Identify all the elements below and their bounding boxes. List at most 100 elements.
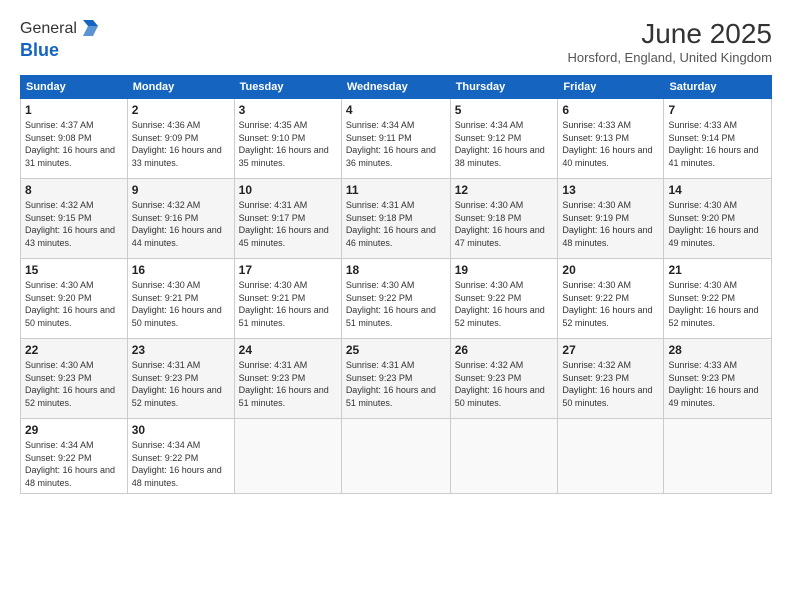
- calendar-cell: 27Sunrise: 4:32 AMSunset: 9:23 PMDayligh…: [558, 339, 664, 419]
- day-info: Sunrise: 4:31 AMSunset: 9:23 PMDaylight:…: [132, 359, 230, 409]
- col-monday: Monday: [127, 76, 234, 99]
- day-info: Sunrise: 4:30 AMSunset: 9:22 PMDaylight:…: [562, 279, 659, 329]
- calendar-cell: 10 Sunrise: 4:31 AMSunset: 9:17 PMDayligh…: [234, 179, 341, 259]
- day-info: Sunrise: 4:37 AMSunset: 9:08 PMDaylight:…: [25, 119, 123, 169]
- day-info: Sunrise: 4:30 AMSunset: 9:22 PMDaylight:…: [668, 279, 767, 329]
- calendar: Sunday Monday Tuesday Wednesday Thursday…: [20, 75, 772, 494]
- day-number: 2: [132, 103, 230, 117]
- calendar-cell: 23 Sunrise: 4:31 AMSunset: 9:23 PMDayligh…: [127, 339, 234, 419]
- day-number: 16: [132, 263, 230, 277]
- day-number: 8: [25, 183, 123, 197]
- col-sunday: Sunday: [21, 76, 128, 99]
- day-info: Sunrise: 4:32 AMSunset: 9:23 PMDaylight:…: [562, 359, 659, 409]
- calendar-cell: 4 Sunrise: 4:34 AMSunset: 9:11 PMDaylight…: [341, 99, 450, 179]
- col-thursday: Thursday: [450, 76, 558, 99]
- day-info: Sunrise: 4:30 AMSunset: 9:22 PMDaylight:…: [455, 279, 554, 329]
- col-wednesday: Wednesday: [341, 76, 450, 99]
- page: General Blue June 2025 Horsford, England…: [0, 0, 792, 612]
- header: General Blue June 2025 Horsford, England…: [20, 18, 772, 65]
- day-info: Sunrise: 4:35 AMSunset: 9:10 PMDaylight:…: [239, 119, 337, 169]
- day-number: 28: [668, 343, 767, 357]
- calendar-cell: [234, 419, 341, 494]
- calendar-cell: 3 Sunrise: 4:35 AMSunset: 9:10 PMDaylight…: [234, 99, 341, 179]
- logo-general: General: [20, 20, 77, 38]
- day-info: Sunrise: 4:30 AMSunset: 9:20 PMDaylight:…: [25, 279, 123, 329]
- calendar-cell: 18Sunrise: 4:30 AMSunset: 9:22 PMDayligh…: [341, 259, 450, 339]
- day-number: 30: [132, 423, 230, 437]
- calendar-cell: 6Sunrise: 4:33 AMSunset: 9:13 PMDaylight…: [558, 99, 664, 179]
- calendar-cell: 2 Sunrise: 4:36 AMSunset: 9:09 PMDaylight…: [127, 99, 234, 179]
- day-number: 29: [25, 423, 123, 437]
- calendar-cell: 12Sunrise: 4:30 AMSunset: 9:18 PMDayligh…: [450, 179, 558, 259]
- day-info: Sunrise: 4:36 AMSunset: 9:09 PMDaylight:…: [132, 119, 230, 169]
- calendar-week-3: 15 Sunrise: 4:30 AMSunset: 9:20 PMDayligh…: [21, 259, 772, 339]
- day-number: 22: [25, 343, 123, 357]
- day-number: 23: [132, 343, 230, 357]
- calendar-week-5: 29 Sunrise: 4:34 AMSunset: 9:22 PMDayligh…: [21, 419, 772, 494]
- calendar-cell: 11 Sunrise: 4:31 AMSunset: 9:18 PMDayligh…: [341, 179, 450, 259]
- day-number: 21: [668, 263, 767, 277]
- day-number: 24: [239, 343, 337, 357]
- day-info: Sunrise: 4:32 AMSunset: 9:16 PMDaylight:…: [132, 199, 230, 249]
- day-number: 1: [25, 103, 123, 117]
- day-info: Sunrise: 4:34 AMSunset: 9:12 PMDaylight:…: [455, 119, 554, 169]
- calendar-cell: 26Sunrise: 4:32 AMSunset: 9:23 PMDayligh…: [450, 339, 558, 419]
- calendar-cell: 13 Sunrise: 4:30 AMSunset: 9:19 PMDayligh…: [558, 179, 664, 259]
- day-number: 6: [562, 103, 659, 117]
- day-info: Sunrise: 4:30 AMSunset: 9:19 PMDaylight:…: [562, 199, 659, 249]
- calendar-cell: 14 Sunrise: 4:30 AMSunset: 9:20 PMDayligh…: [664, 179, 772, 259]
- calendar-cell: [664, 419, 772, 494]
- calendar-week-4: 22Sunrise: 4:30 AMSunset: 9:23 PMDayligh…: [21, 339, 772, 419]
- location: Horsford, England, United Kingdom: [567, 50, 772, 65]
- day-number: 5: [455, 103, 554, 117]
- calendar-cell: 25 Sunrise: 4:31 AMSunset: 9:23 PMDayligh…: [341, 339, 450, 419]
- calendar-cell: 17Sunrise: 4:30 AMSunset: 9:21 PMDayligh…: [234, 259, 341, 339]
- calendar-cell: [341, 419, 450, 494]
- day-info: Sunrise: 4:31 AMSunset: 9:18 PMDaylight:…: [346, 199, 446, 249]
- day-number: 14: [668, 183, 767, 197]
- calendar-cell: 9 Sunrise: 4:32 AMSunset: 9:16 PMDaylight…: [127, 179, 234, 259]
- day-number: 9: [132, 183, 230, 197]
- month-year: June 2025: [567, 18, 772, 50]
- day-info: Sunrise: 4:34 AMSunset: 9:11 PMDaylight:…: [346, 119, 446, 169]
- calendar-cell: 30Sunrise: 4:34 AMSunset: 9:22 PMDayligh…: [127, 419, 234, 494]
- calendar-cell: 8 Sunrise: 4:32 AMSunset: 9:15 PMDaylight…: [21, 179, 128, 259]
- day-number: 11: [346, 183, 446, 197]
- day-info: Sunrise: 4:32 AMSunset: 9:15 PMDaylight:…: [25, 199, 123, 249]
- day-info: Sunrise: 4:31 AMSunset: 9:23 PMDaylight:…: [239, 359, 337, 409]
- calendar-cell: 24 Sunrise: 4:31 AMSunset: 9:23 PMDayligh…: [234, 339, 341, 419]
- day-number: 26: [455, 343, 554, 357]
- logo-icon: [79, 18, 101, 40]
- day-number: 19: [455, 263, 554, 277]
- logo: General Blue: [20, 18, 101, 61]
- calendar-cell: 21 Sunrise: 4:30 AMSunset: 9:22 PMDayligh…: [664, 259, 772, 339]
- day-number: 13: [562, 183, 659, 197]
- day-number: 15: [25, 263, 123, 277]
- day-info: Sunrise: 4:33 AMSunset: 9:14 PMDaylight:…: [668, 119, 767, 169]
- day-info: Sunrise: 4:30 AMSunset: 9:21 PMDaylight:…: [132, 279, 230, 329]
- calendar-cell: 22Sunrise: 4:30 AMSunset: 9:23 PMDayligh…: [21, 339, 128, 419]
- day-number: 20: [562, 263, 659, 277]
- calendar-cell: 28Sunrise: 4:33 AMSunset: 9:23 PMDayligh…: [664, 339, 772, 419]
- day-number: 10: [239, 183, 337, 197]
- day-info: Sunrise: 4:30 AMSunset: 9:20 PMDaylight:…: [668, 199, 767, 249]
- calendar-header-row: Sunday Monday Tuesday Wednesday Thursday…: [21, 76, 772, 99]
- day-number: 25: [346, 343, 446, 357]
- day-number: 4: [346, 103, 446, 117]
- day-info: Sunrise: 4:31 AMSunset: 9:17 PMDaylight:…: [239, 199, 337, 249]
- title-block: June 2025 Horsford, England, United King…: [567, 18, 772, 65]
- col-tuesday: Tuesday: [234, 76, 341, 99]
- day-number: 3: [239, 103, 337, 117]
- day-info: Sunrise: 4:30 AMSunset: 9:22 PMDaylight:…: [346, 279, 446, 329]
- day-info: Sunrise: 4:30 AMSunset: 9:18 PMDaylight:…: [455, 199, 554, 249]
- calendar-cell: 20 Sunrise: 4:30 AMSunset: 9:22 PMDayligh…: [558, 259, 664, 339]
- calendar-week-1: 1 Sunrise: 4:37 AMSunset: 9:08 PMDaylight…: [21, 99, 772, 179]
- calendar-cell: 29 Sunrise: 4:34 AMSunset: 9:22 PMDayligh…: [21, 419, 128, 494]
- day-info: Sunrise: 4:34 AMSunset: 9:22 PMDaylight:…: [25, 439, 123, 489]
- calendar-cell: 15 Sunrise: 4:30 AMSunset: 9:20 PMDayligh…: [21, 259, 128, 339]
- day-info: Sunrise: 4:31 AMSunset: 9:23 PMDaylight:…: [346, 359, 446, 409]
- day-number: 7: [668, 103, 767, 117]
- day-number: 17: [239, 263, 337, 277]
- calendar-cell: 1 Sunrise: 4:37 AMSunset: 9:08 PMDaylight…: [21, 99, 128, 179]
- calendar-cell: [450, 419, 558, 494]
